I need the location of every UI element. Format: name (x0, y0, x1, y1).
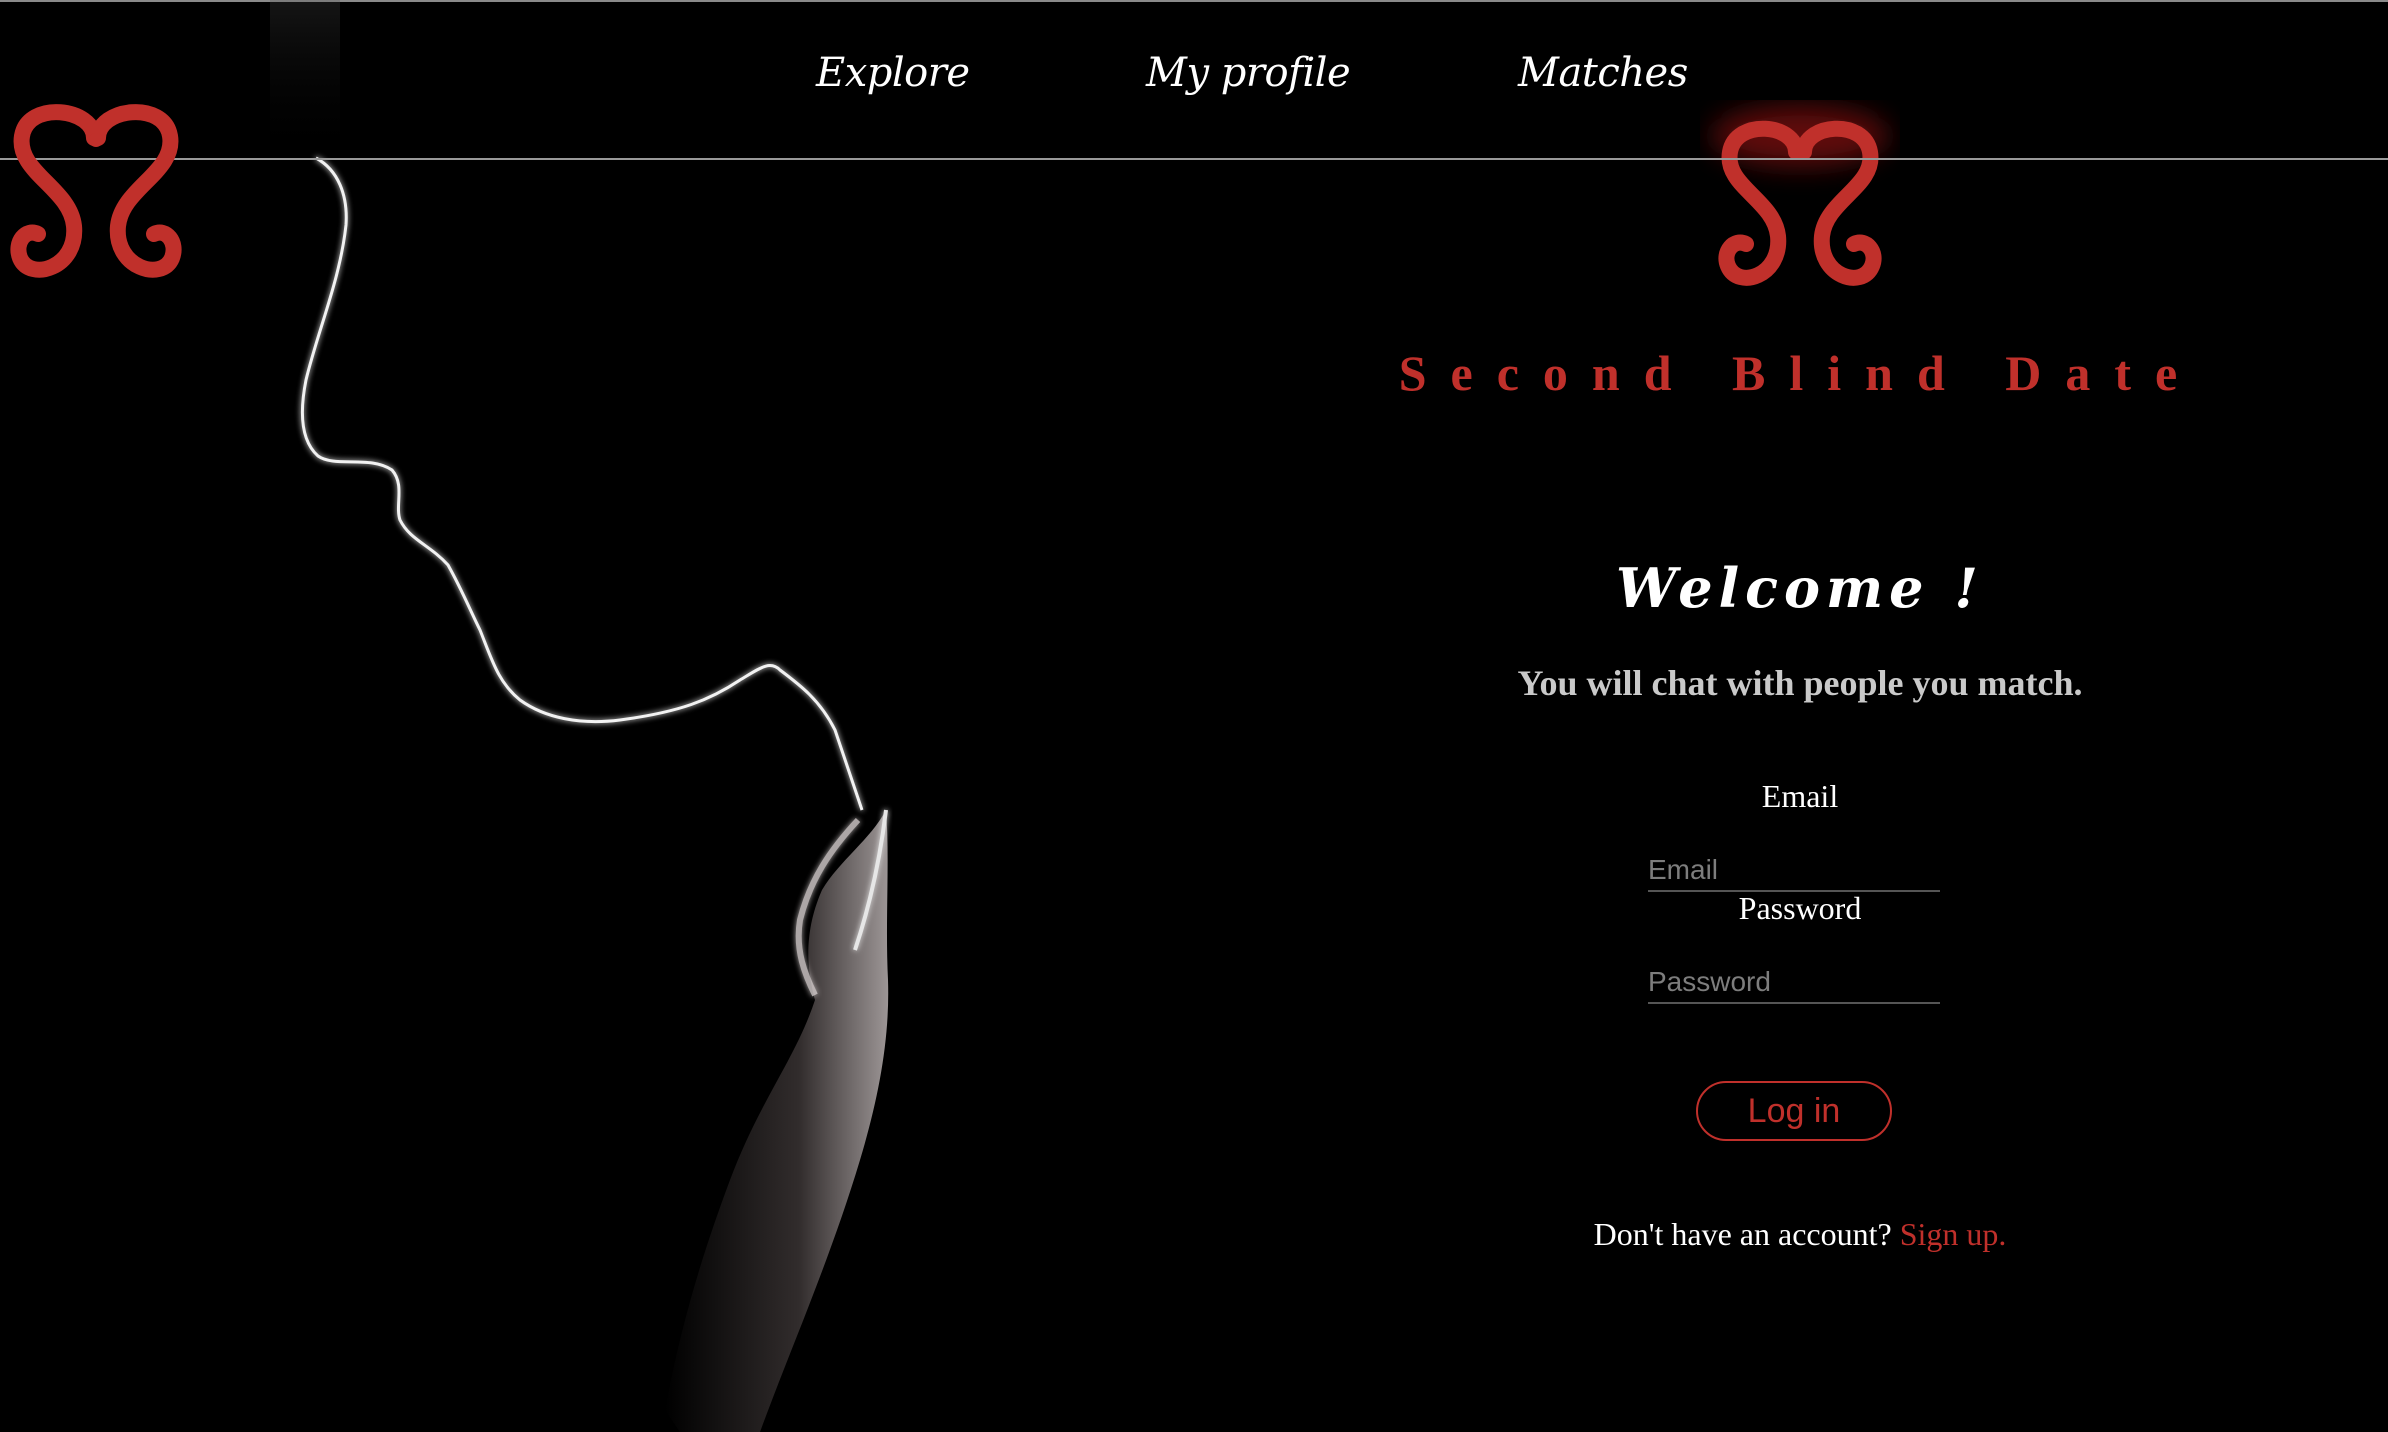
welcome-heading: Welcome ! (1615, 556, 1984, 620)
nav-link-my-profile[interactable]: My profile (1146, 50, 1351, 96)
welcome-subtitle: You will chat with people you match. (1517, 663, 2083, 703)
double-s-heart-logo-icon[interactable] (8, 96, 184, 292)
email-label: Email (1761, 778, 1839, 814)
password-label: Password (1738, 890, 1862, 926)
login-panel: Second Blind Date Welcome ! You will cha… (1380, 0, 2220, 1432)
signup-prompt-text: Don't have an account? (1593, 1216, 1892, 1252)
login-button[interactable]: Log in (1696, 1081, 1892, 1141)
password-field[interactable] (1648, 962, 1940, 1004)
nav-link-matches[interactable]: Matches (1518, 50, 1688, 96)
nav-link-explore[interactable]: Explore (816, 50, 970, 96)
signup-prompt-line: Don't have an account? Sign up. (1380, 1216, 2220, 1253)
email-field[interactable] (1648, 850, 1940, 892)
top-navigation: Explore My profile Matches (0, 0, 2388, 160)
brand-name: Second Blind Date (1398, 345, 2202, 401)
signup-link[interactable]: Sign up. (1900, 1216, 2007, 1252)
